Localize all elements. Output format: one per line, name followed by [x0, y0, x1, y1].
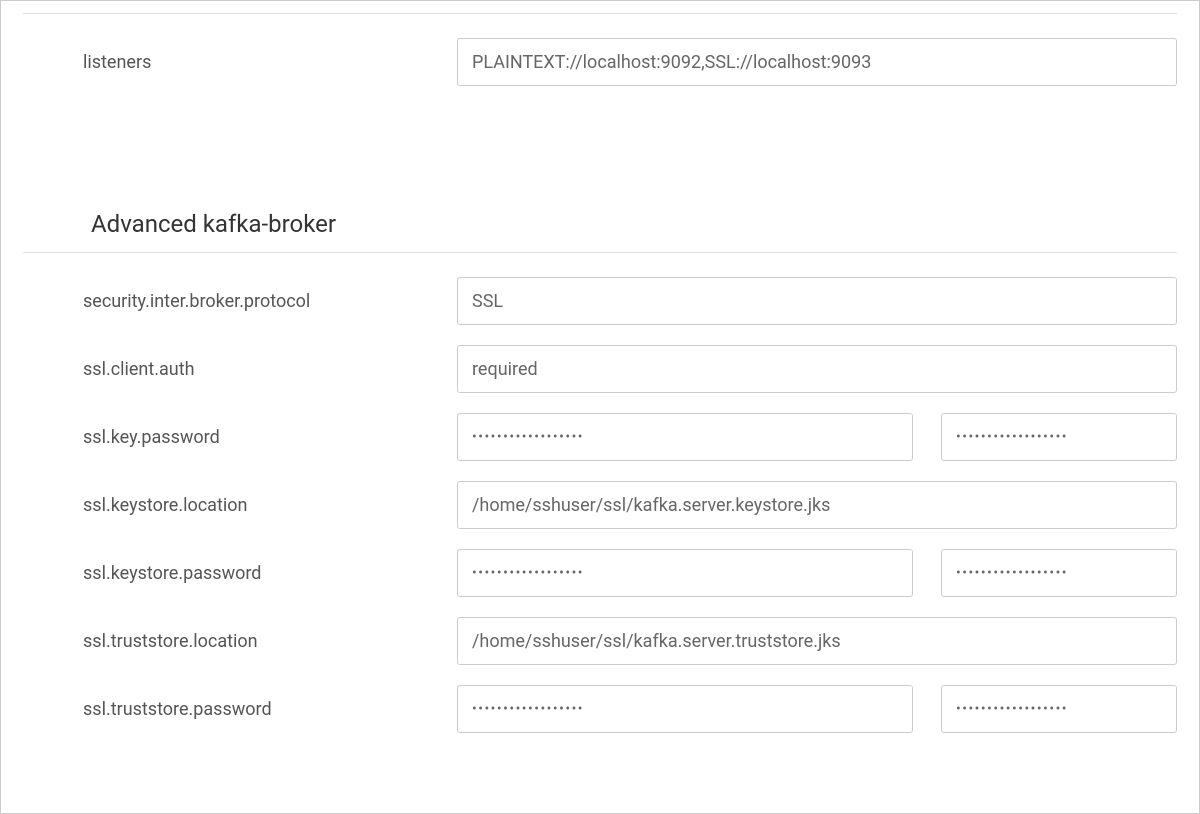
- field-label: ssl.truststore.password: [83, 699, 457, 720]
- ssl-keystore-password-confirm-input[interactable]: [941, 549, 1177, 597]
- ssl-keystore-location-input[interactable]: [457, 481, 1177, 529]
- config-row-ssl-truststore-location: ssl.truststore.location: [1, 607, 1199, 675]
- config-row-security-inter-broker-protocol: security.inter.broker.protocol: [1, 267, 1199, 335]
- config-row-ssl-truststore-password: ssl.truststore.password: [1, 675, 1199, 743]
- config-row-listeners: listeners: [1, 14, 1199, 110]
- config-row-ssl-keystore-password: ssl.keystore.password: [1, 539, 1199, 607]
- config-row-ssl-keystore-location: ssl.keystore.location: [1, 471, 1199, 539]
- config-row-ssl-client-auth: ssl.client.auth: [1, 335, 1199, 403]
- ssl-key-password-input[interactable]: [457, 413, 913, 461]
- field-label-listeners: listeners: [83, 52, 457, 73]
- ssl-key-password-confirm-input[interactable]: [941, 413, 1177, 461]
- listeners-input[interactable]: [457, 38, 1177, 86]
- security-inter-broker-protocol-input[interactable]: [457, 277, 1177, 325]
- ssl-truststore-location-input[interactable]: [457, 617, 1177, 665]
- field-label: ssl.key.password: [83, 427, 457, 448]
- field-label: ssl.client.auth: [83, 359, 457, 380]
- ssl-keystore-password-input[interactable]: [457, 549, 913, 597]
- ssl-truststore-password-input[interactable]: [457, 685, 913, 733]
- config-row-ssl-key-password: ssl.key.password: [1, 403, 1199, 471]
- config-panel: listeners Advanced kafka-broker security…: [0, 0, 1200, 814]
- field-label: security.inter.broker.protocol: [83, 291, 457, 312]
- field-label: ssl.keystore.location: [83, 495, 457, 516]
- section-title-advanced-kafka-broker: Advanced kafka-broker: [23, 170, 1177, 253]
- field-label: ssl.keystore.password: [83, 563, 457, 584]
- ssl-client-auth-input[interactable]: [457, 345, 1177, 393]
- ssl-truststore-password-confirm-input[interactable]: [941, 685, 1177, 733]
- field-label: ssl.truststore.location: [83, 631, 457, 652]
